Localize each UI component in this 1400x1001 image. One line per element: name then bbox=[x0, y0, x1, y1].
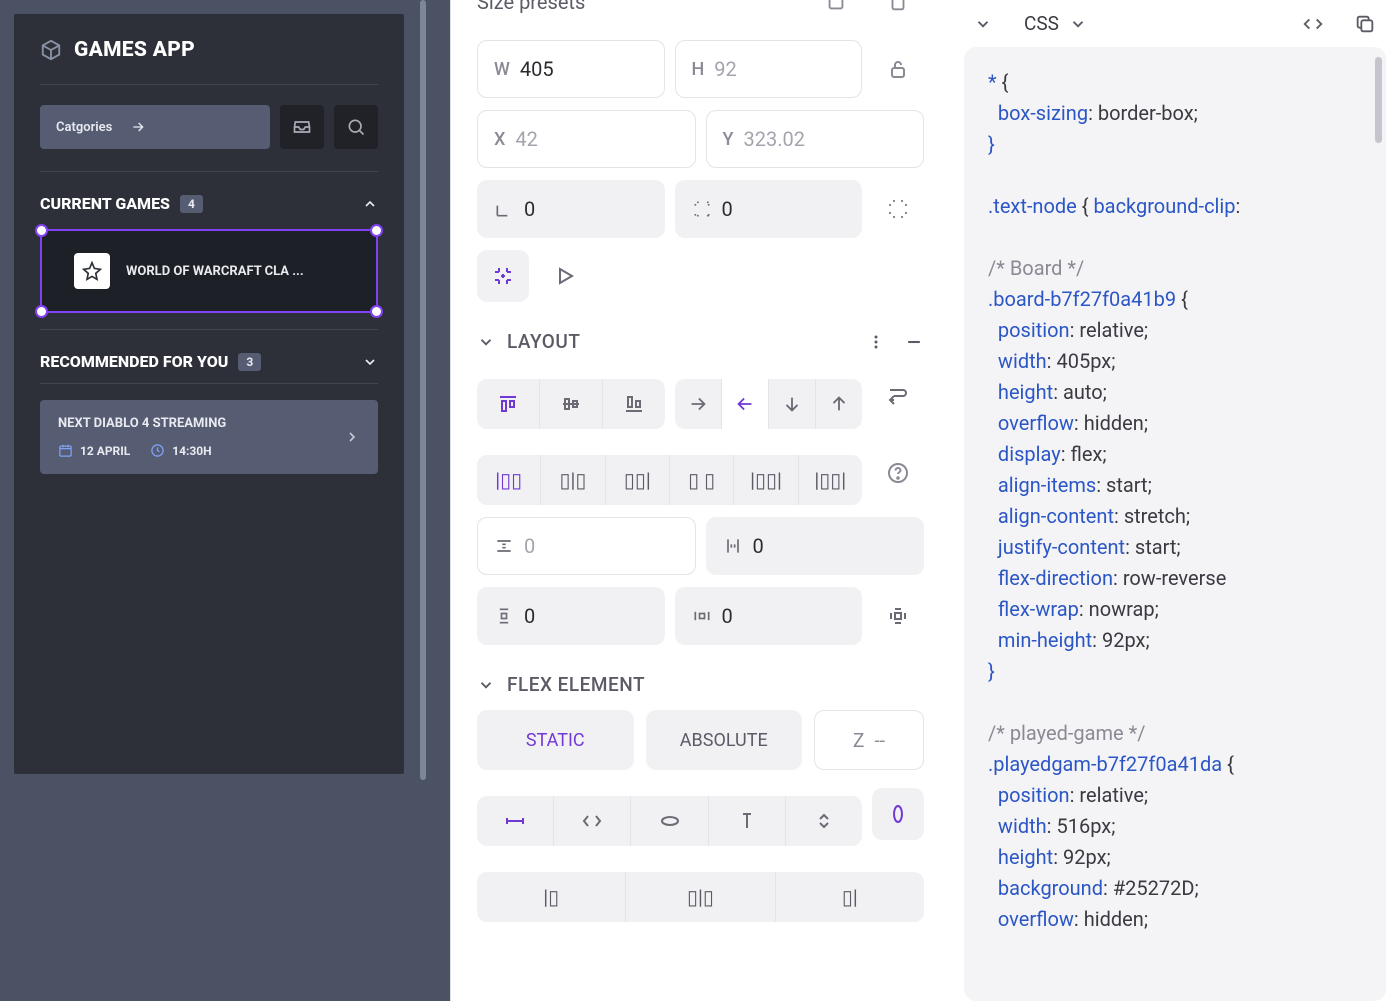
align-start-button[interactable] bbox=[477, 379, 540, 429]
gap-col-field[interactable]: 0 bbox=[706, 517, 925, 575]
help-icon[interactable] bbox=[872, 447, 924, 499]
x-field[interactable]: X42 bbox=[477, 110, 696, 168]
code-scrollbar[interactable] bbox=[1375, 57, 1382, 143]
categories-button[interactable]: Catgories bbox=[40, 105, 270, 149]
dir-col-rev-button[interactable] bbox=[816, 379, 862, 429]
preset-action-1[interactable] bbox=[810, 0, 862, 28]
selected-game-card[interactable]: WORLD OF WARCRAFT CLA ... bbox=[40, 229, 378, 313]
expand-padding-icon[interactable] bbox=[872, 590, 924, 642]
cube-icon bbox=[40, 39, 62, 61]
resize-handle-tl[interactable] bbox=[35, 224, 48, 237]
inbox-button[interactable] bbox=[280, 105, 324, 149]
event-card[interactable]: NEXT DIABLO 4 STREAMING 12 APRIL 14:30H bbox=[40, 400, 378, 474]
event-date: 12 APRIL bbox=[58, 443, 130, 458]
recommended-header[interactable]: RECOMMENDED FOR YOU 3 bbox=[40, 352, 378, 383]
y-field[interactable]: Y323.02 bbox=[706, 110, 925, 168]
chevron-up-icon[interactable] bbox=[362, 196, 378, 212]
chevron-right-icon[interactable] bbox=[344, 429, 360, 445]
align-self-start-button[interactable]: |▯ bbox=[477, 872, 626, 922]
game-app-board[interactable]: GAMES APP Catgories CURRENT GAMES 4 bbox=[14, 14, 404, 774]
sizing-auto-button[interactable] bbox=[786, 796, 862, 846]
copy-icon[interactable] bbox=[1354, 13, 1376, 35]
align-end-button[interactable] bbox=[603, 379, 665, 429]
resize-handle-br[interactable] bbox=[370, 305, 383, 318]
flex-section-header[interactable]: FLEX ELEMENT bbox=[477, 673, 924, 696]
lock-icon[interactable] bbox=[872, 43, 924, 95]
recommended-label: RECOMMENDED FOR YOU bbox=[40, 352, 228, 371]
width-field[interactable]: W405 bbox=[477, 40, 665, 98]
canvas-scrollbar[interactable] bbox=[420, 0, 426, 780]
justify-evenly-button[interactable]: |▯▯| bbox=[799, 455, 862, 505]
search-button[interactable] bbox=[334, 105, 378, 149]
current-games-header[interactable]: CURRENT GAMES 4 bbox=[40, 194, 378, 225]
event-time: 14:30H bbox=[150, 443, 211, 458]
justify-end-button[interactable]: ▯▯| bbox=[606, 455, 670, 505]
selected-game-name: WORLD OF WARCRAFT CLA ... bbox=[126, 264, 304, 279]
chevron-down-icon[interactable] bbox=[362, 354, 378, 370]
star-icon bbox=[74, 253, 110, 289]
wrap-icon[interactable] bbox=[872, 371, 924, 423]
current-games-count: 4 bbox=[180, 195, 203, 213]
code-lang-dropdown[interactable]: CSS bbox=[1024, 12, 1087, 35]
absolute-tab[interactable]: ABSOLUTE bbox=[646, 710, 803, 770]
dir-row-button[interactable] bbox=[675, 379, 722, 429]
event-title: NEXT DIABLO 4 STREAMING bbox=[58, 416, 226, 431]
z-index-field[interactable]: Z-- bbox=[814, 710, 924, 770]
current-games-label: CURRENT GAMES bbox=[40, 194, 170, 213]
resize-handle-bl[interactable] bbox=[35, 305, 48, 318]
sizing-fill-button[interactable] bbox=[631, 796, 708, 846]
pad-h-field[interactable]: 0 bbox=[675, 587, 863, 645]
categories-label: Catgories bbox=[56, 120, 112, 135]
code-header: CSS bbox=[950, 0, 1400, 47]
code-panel: CSS * { box-sizing: border-box;} .text-n… bbox=[950, 0, 1400, 1001]
static-tab[interactable]: STATIC bbox=[477, 710, 634, 770]
categories-row: Catgories bbox=[40, 105, 378, 172]
dir-col-button[interactable] bbox=[769, 379, 816, 429]
canvas-area[interactable]: GAMES APP Catgories CURRENT GAMES 4 bbox=[0, 0, 450, 1001]
recommended-count: 3 bbox=[238, 353, 261, 371]
inspector-panel: Size presets W405 H92 X42 Y323.02 0 0 LA… bbox=[450, 0, 950, 1001]
sizing-extra-button[interactable] bbox=[872, 788, 924, 840]
code-scope-dropdown[interactable] bbox=[974, 15, 992, 33]
resize-handle-tr[interactable] bbox=[370, 224, 383, 237]
justify-start-button[interactable]: |▯▯ bbox=[477, 455, 541, 505]
app-header: GAMES APP bbox=[40, 38, 378, 85]
layout-section-header[interactable]: LAYOUT bbox=[477, 330, 924, 353]
code-view-icon[interactable] bbox=[1302, 13, 1324, 35]
justify-center-button[interactable]: ▯|▯ bbox=[541, 455, 605, 505]
sizing-text-button[interactable] bbox=[709, 796, 786, 846]
justify-between-button[interactable]: ▯ ▯ bbox=[670, 455, 734, 505]
preset-action-2[interactable] bbox=[872, 0, 924, 28]
play-button[interactable] bbox=[539, 250, 591, 302]
pad-v-field[interactable]: 0 bbox=[477, 587, 665, 645]
justify-around-button[interactable]: |▯▯| bbox=[734, 455, 798, 505]
code-body[interactable]: * { box-sizing: border-box;} .text-node … bbox=[964, 47, 1386, 1001]
align-self-center-button[interactable]: ▯|▯ bbox=[626, 872, 775, 922]
sizing-hug-button[interactable] bbox=[554, 796, 631, 846]
size-presets-label: Size presets bbox=[477, 0, 800, 14]
align-center-button[interactable] bbox=[540, 379, 603, 429]
height-field[interactable]: H92 bbox=[675, 40, 863, 98]
clip-content-button[interactable] bbox=[477, 250, 529, 302]
expand-radius-icon[interactable] bbox=[872, 183, 924, 235]
dir-row-rev-button[interactable] bbox=[722, 379, 769, 429]
gap-row-field[interactable]: 0 bbox=[477, 517, 696, 575]
sizing-fixed-button[interactable] bbox=[477, 796, 554, 846]
radius-field[interactable]: 0 bbox=[675, 180, 863, 238]
minus-icon[interactable] bbox=[904, 332, 924, 352]
align-self-end-button[interactable]: ▯| bbox=[776, 872, 924, 922]
rotation-field[interactable]: 0 bbox=[477, 180, 665, 238]
more-icon[interactable] bbox=[866, 332, 886, 352]
app-title: GAMES APP bbox=[74, 38, 195, 62]
